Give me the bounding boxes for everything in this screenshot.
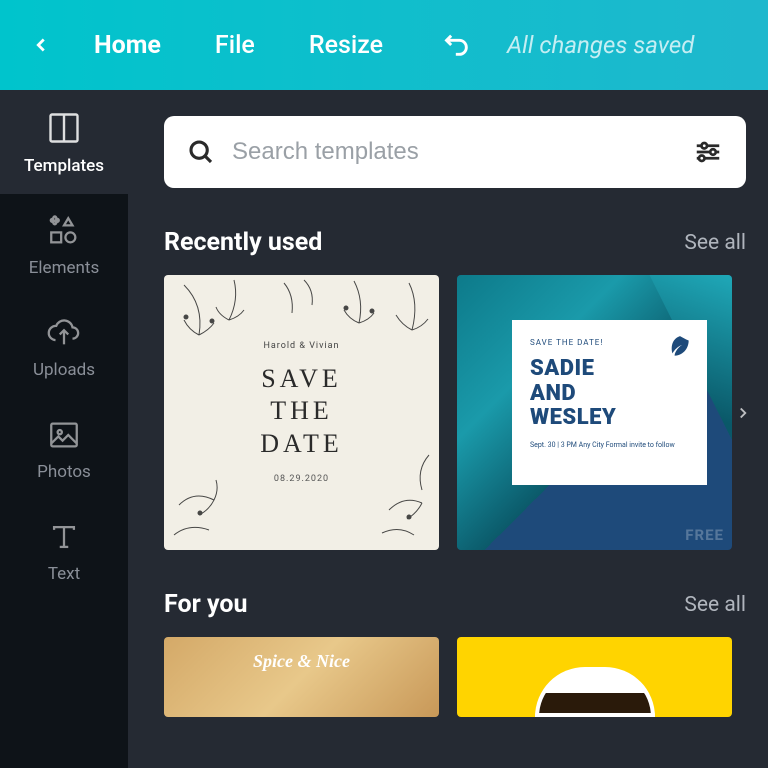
template-names: Harold & Vivian: [263, 341, 339, 351]
search-icon: [186, 137, 216, 167]
template-headline: SAVE THE DATE: [260, 363, 342, 461]
sidebar-item-photos[interactable]: Photos: [0, 398, 128, 500]
sidebar-item-label: Photos: [37, 462, 91, 482]
nav-file[interactable]: File: [193, 21, 277, 70]
undo-icon: [440, 31, 474, 59]
template-card[interactable]: [457, 637, 732, 717]
template-card[interactable]: SAVE THE DATE! SADIE AND WESLEY Sept. 30…: [457, 275, 732, 550]
chevron-left-icon: [30, 30, 52, 60]
template-meta: Sept. 30 | 3 PM Any City Formal invite t…: [530, 441, 689, 450]
sidebar-item-label: Text: [48, 564, 80, 584]
content-panel: Recently used See all: [128, 90, 768, 768]
back-button[interactable]: [20, 20, 62, 70]
sidebar-item-label: Uploads: [33, 360, 95, 380]
nav-resize[interactable]: Resize: [287, 21, 405, 70]
section-recently-used: Recently used See all: [164, 228, 768, 550]
uploads-icon: [46, 316, 82, 350]
leaf-icon: [667, 334, 693, 360]
template-small: SAVE THE DATE!: [530, 338, 689, 347]
sidebar-item-templates[interactable]: Templates: [0, 90, 128, 194]
filters-button[interactable]: [692, 137, 724, 167]
sidebar-item-label: Templates: [24, 156, 104, 176]
top-nav: Home File Resize All changes saved: [0, 0, 768, 90]
nav-home[interactable]: Home: [72, 21, 183, 70]
template-name-line: WESLEY: [530, 406, 689, 431]
elements-icon: [46, 214, 82, 248]
see-all-link[interactable]: See all: [684, 231, 746, 255]
template-name-line: SADIE: [530, 357, 689, 382]
template-date: 08.29.2020: [274, 474, 329, 484]
card-carousel: Spice & Nice: [164, 637, 768, 717]
template-title: Spice & Nice: [253, 651, 350, 672]
template-inner: SAVE THE DATE! SADIE AND WESLEY Sept. 30…: [512, 320, 707, 485]
sidebar-item-uploads[interactable]: Uploads: [0, 296, 128, 398]
section-title: Recently used: [164, 228, 322, 257]
sliders-icon: [692, 137, 724, 167]
sidebar: Templates Elements Uploads Pho: [0, 90, 128, 768]
section-for-you: For you See all Spice & Nice: [164, 590, 768, 717]
save-status: All changes saved: [507, 31, 694, 59]
undo-button[interactable]: [425, 21, 489, 69]
carousel-next-button[interactable]: [724, 390, 762, 436]
template-name-line: AND: [530, 382, 689, 407]
sidebar-item-text[interactable]: Text: [0, 500, 128, 602]
templates-icon: [46, 110, 82, 146]
search-bar[interactable]: [164, 116, 746, 188]
chevron-right-icon: [734, 400, 752, 426]
coffee-cup-graphic: [535, 667, 655, 717]
template-card[interactable]: Spice & Nice: [164, 637, 439, 717]
search-input[interactable]: [232, 138, 676, 166]
photos-icon: [46, 418, 82, 452]
free-badge: FREE: [685, 526, 724, 544]
sidebar-item-label: Elements: [29, 258, 99, 278]
card-carousel: Harold & Vivian SAVE THE DATE 08.29.2020: [164, 275, 768, 550]
template-card[interactable]: Harold & Vivian SAVE THE DATE 08.29.2020: [164, 275, 439, 550]
text-icon: [46, 520, 82, 554]
see-all-link[interactable]: See all: [684, 593, 746, 617]
sidebar-item-elements[interactable]: Elements: [0, 194, 128, 296]
section-title: For you: [164, 590, 247, 619]
